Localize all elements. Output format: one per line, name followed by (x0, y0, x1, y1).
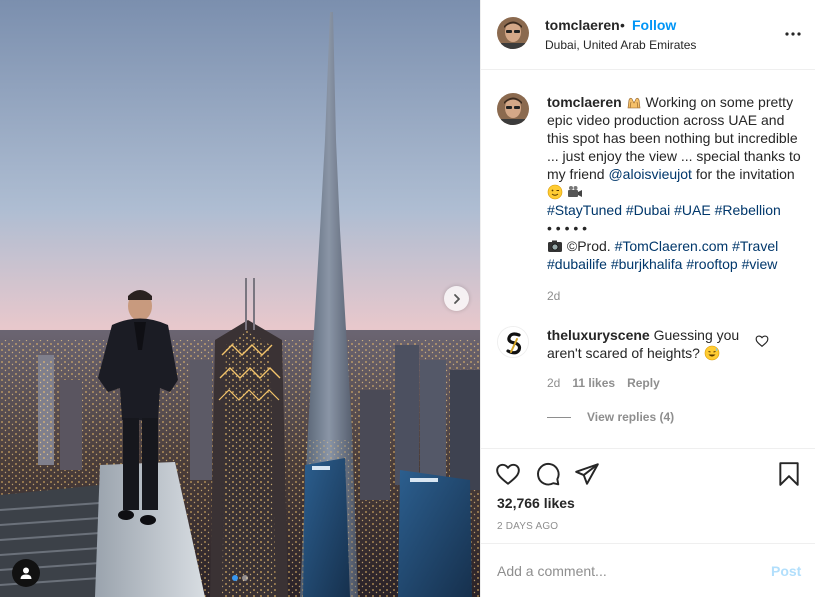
more-options-icon[interactable] (781, 22, 805, 46)
view-replies-label: View replies (4) (587, 410, 675, 424)
post-actions: 32,766 likes 2 DAYS AGO (481, 448, 815, 543)
carousel-dot-active (232, 575, 238, 581)
author-avatar[interactable] (497, 17, 529, 49)
hashtag-link[interactable]: #view (742, 256, 778, 272)
view-replies-button[interactable]: View replies (4) (547, 410, 674, 424)
winking-face-emoji-icon (547, 184, 563, 200)
share-icon[interactable] (574, 461, 600, 487)
hashtag-link[interactable]: #dubailife (547, 256, 607, 272)
hashtag-link[interactable]: #rooftop (686, 256, 737, 272)
dubai-skyline-photo (0, 0, 480, 597)
hashtag-link[interactable]: #Dubai (626, 202, 670, 218)
caption-prod: ©Prod. (566, 238, 611, 254)
hashtag-link[interactable]: #StayTuned (547, 202, 622, 218)
post-header: tomclaeren • Follow Dubai, United Arab E… (481, 0, 815, 70)
instagram-post: tomclaeren • Follow Dubai, United Arab E… (0, 0, 815, 597)
comment-composer: Post (481, 543, 815, 597)
hashtag-link[interactable]: #Travel (732, 238, 778, 254)
add-comment-input[interactable] (497, 559, 747, 583)
comment-username[interactable]: theluxuryscene (547, 327, 650, 343)
profile-photo-icon (497, 17, 529, 49)
caption-body-2: for the invitation (695, 166, 795, 182)
camera-emoji-icon (548, 240, 562, 252)
movie-camera-emoji-icon (567, 186, 582, 197)
post-photo[interactable] (0, 0, 480, 597)
replies-divider (547, 416, 571, 418)
post-details-panel: tomclaeren • Follow Dubai, United Arab E… (480, 0, 815, 597)
user-tags-button[interactable] (12, 559, 40, 587)
caption-username[interactable]: tomclaeren (547, 94, 622, 110)
heart-icon[interactable] (495, 461, 521, 487)
post-date[interactable]: 2 DAYS AGO (497, 521, 558, 532)
comment-like-heart-icon[interactable] (755, 334, 769, 348)
post-comment-button[interactable]: Post (771, 563, 801, 579)
hashtag-link[interactable]: #TomClaeren.com (615, 238, 729, 254)
commenter-avatar[interactable] (497, 326, 529, 358)
comment-timestamp[interactable]: 2d (547, 376, 560, 390)
author-username[interactable]: tomclaeren (545, 17, 620, 33)
caption-timestamp[interactable]: 2d (547, 289, 560, 303)
comment-text: theluxuryscene Guessing you aren't scare… (547, 326, 772, 362)
carousel-indicator (0, 575, 480, 581)
caption-dots: • • • • • (547, 220, 588, 236)
carousel-dot (242, 575, 248, 581)
post-location[interactable]: Dubai, United Arab Emirates (545, 38, 696, 52)
hashtag-link[interactable]: #UAE (674, 202, 711, 218)
hashtag-link[interactable]: #burjkhalifa (611, 256, 683, 272)
raising-hands-emoji-icon (627, 97, 640, 109)
caption-author-avatar[interactable] (497, 93, 529, 125)
follow-separator: • (620, 17, 625, 33)
grinning-sweat-emoji-icon (704, 345, 720, 361)
bookmark-icon[interactable] (776, 461, 802, 487)
likes-count[interactable]: 32,766 likes (497, 495, 575, 511)
chevron-right-icon (453, 293, 460, 304)
luxury-scene-logo-icon (498, 327, 528, 357)
caption-text: tomclaeren Working on some pretty epic v… (547, 93, 805, 273)
next-slide-button[interactable] (444, 286, 469, 311)
comment-likes[interactable]: 11 likes (572, 376, 615, 390)
profile-photo-icon (497, 93, 529, 125)
comment-reply-button[interactable]: Reply (627, 376, 660, 390)
hashtag-link[interactable]: #Rebellion (715, 202, 781, 218)
follow-button[interactable]: Follow (632, 17, 676, 33)
caption-mention-link[interactable]: @aloisvieujot (608, 166, 691, 182)
comment-meta: 2d 11 likes Reply (547, 376, 660, 390)
comment-icon[interactable] (535, 461, 561, 487)
